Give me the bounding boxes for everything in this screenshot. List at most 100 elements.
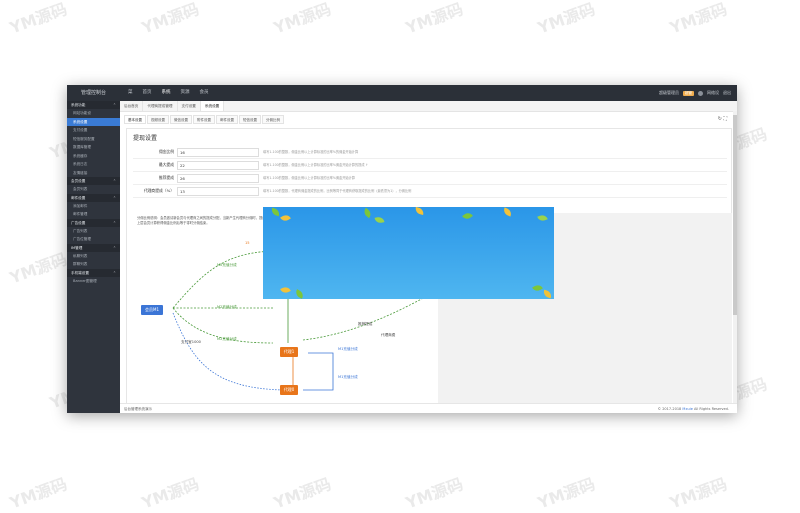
field-hint: 填写1-100的整数，代理商佣金提成的比例，比例等同于代理商获取提成的比例（最低… [263, 189, 412, 193]
sidebar-item[interactable]: 广告位管理 [67, 235, 120, 244]
diagram-label: M1充值分成 [338, 347, 358, 351]
chevron-up-icon: ⌃ [112, 195, 116, 200]
top-nav-item[interactable]: 系统 [157, 85, 176, 101]
sidebar-section-ads[interactable]: 广告设置 ⌃ [67, 218, 120, 227]
sidebar-section-label: 系统功能 [71, 103, 86, 107]
footer: 后台管理系统演示 © 2017-2018 Mxuie All Rights Re… [120, 403, 737, 413]
chevron-up-icon: ⌃ [112, 245, 116, 250]
avatar[interactable] [698, 90, 703, 96]
top-nav-item[interactable]: 首页 [138, 85, 157, 101]
sidebar-item-active[interactable]: 系统设置 [67, 117, 120, 126]
watermark-text: YM源码 [7, 474, 70, 513]
sidebar-item[interactable]: 短信服务配置 [67, 135, 120, 144]
page-tab-active[interactable]: 系统设置 [200, 101, 225, 111]
sidebar-item[interactable]: 会员列表 [67, 185, 120, 194]
leaf-decoration [280, 213, 291, 223]
network-settings-link[interactable]: 网络设 [707, 90, 719, 96]
sidebar-section-system[interactable]: 系统功能 ⌃ [67, 101, 120, 109]
top-nav-item[interactable]: 会员 [195, 85, 214, 101]
flow-line [172, 250, 274, 309]
sidebar-item[interactable]: 群聊列表 [67, 260, 120, 269]
sidebar-item[interactable]: 系统缓存 [67, 152, 120, 161]
watermark-text: YM源码 [403, 474, 466, 513]
popup-advertisement-image[interactable] [263, 207, 554, 299]
flow-line [303, 352, 334, 391]
logout-link[interactable]: 退出 [723, 90, 731, 96]
flow-line [302, 292, 434, 341]
sidebar-item[interactable]: 私聊列表 [67, 252, 120, 261]
sidebar-item[interactable]: 友情链接 [67, 169, 120, 178]
scrollbar[interactable] [733, 111, 737, 403]
watermark-text: YM源码 [535, 0, 598, 38]
sidebar-section-im[interactable]: IM管理 ⌃ [67, 243, 120, 252]
top-nav: 菜 首页 系统 资源 会员 [123, 85, 214, 101]
sidebar-item[interactable]: Banner图管理 [67, 277, 120, 286]
leaf-decoration [374, 216, 385, 224]
refresh-icon[interactable]: ↻ [718, 116, 722, 122]
diagram-label: 推荐提成 [358, 322, 373, 326]
referral-commission-input[interactable]: 26 [177, 174, 259, 183]
subtab[interactable]: 视频设置 [147, 115, 169, 124]
agent-node: 代理1 [280, 347, 298, 357]
top-right-menu: 超级管理员 超管 网络设 退出 [659, 85, 731, 101]
form-row: 佣金比例 16 填写1-100的整数，佣金比例以上计算标准的比率%的佣金开始计算 [133, 146, 727, 159]
subtab[interactable]: 基本设置 [124, 115, 146, 124]
page-tab[interactable]: 后台首页 [120, 101, 144, 111]
sidebar-section-label: 邮件设置 [71, 195, 86, 200]
leaf-decoration [270, 207, 281, 217]
agent-commission-input[interactable]: 13 [177, 187, 259, 196]
copyright-suffix: All Rights Reserved. [693, 407, 729, 411]
commission-input[interactable]: 16 [177, 148, 259, 157]
fullscreen-icon[interactable]: ⛶ [723, 116, 727, 122]
user-name[interactable]: 超级管理员 [659, 90, 679, 96]
subtab[interactable]: 微信设置 [170, 115, 192, 124]
footer-right: © 2017-2018 Mxuie All Rights Reserved. [658, 404, 729, 413]
watermark-text: YM源码 [139, 0, 202, 38]
leaf-decoration [542, 289, 553, 299]
flow-line [172, 312, 284, 391]
field-label: 最大提成 [158, 162, 174, 167]
subtab[interactable]: 附件设置 [193, 115, 215, 124]
toolbar-icons: ↻ ⛶ [718, 116, 727, 122]
subtab[interactable]: 短信设置 [239, 115, 261, 124]
chevron-up-icon: ⌃ [112, 103, 116, 107]
leaf-decoration [532, 283, 543, 293]
sidebar-item[interactable]: 添加邮件 [67, 202, 120, 211]
sidebar-item[interactable]: 数据库管理 [67, 143, 120, 152]
page-tab[interactable]: 代理商提成管理 [143, 101, 178, 111]
sidebar-item[interactable]: 系统日志 [67, 160, 120, 169]
chevron-up-icon: ⌃ [112, 270, 116, 275]
top-bar: 管理控制台 菜 首页 系统 资源 会员 超级管理员 超管 网络设 退出 [67, 85, 737, 101]
leaf-decoration [462, 210, 473, 222]
max-commission-input[interactable]: 22 [177, 161, 259, 170]
watermark-text: YM源码 [667, 474, 730, 513]
leaf-decoration [280, 285, 291, 295]
form-row: 推荐提成 26 填写1-100的整数，佣金比例以上计算标准的比率%佣金开始计算 [133, 172, 727, 185]
sidebar-section-mobile[interactable]: 手机端设置 ⌃ [67, 268, 120, 277]
sidebar-section-member[interactable]: 会员设置 ⌃ [67, 177, 120, 185]
sidebar-section-mail[interactable]: 邮件设置 ⌃ [67, 193, 120, 202]
sidebar-item[interactable]: 支付设置 [67, 126, 120, 135]
diagram-label: 15 [245, 241, 250, 245]
top-nav-item[interactable]: 资源 [176, 85, 195, 101]
field-hint: 填写1-100的整数，佣金比例以上计算标准的比率%佣金开始计算 [263, 176, 355, 180]
subtab[interactable]: 分佣比例 [262, 115, 284, 124]
page-tabs: 后台首页 代理商提成管理 支付设置 系统设置 [120, 101, 737, 112]
sidebar-section-label: 会员设置 [71, 179, 86, 183]
footer-link[interactable]: Mxuie [682, 407, 692, 411]
sidebar-item[interactable]: 网站功能设 [67, 109, 120, 118]
member-node: 会员M1 [141, 305, 163, 315]
page-tab[interactable]: 支付设置 [178, 101, 201, 111]
watermark-text: YM源码 [271, 0, 334, 38]
diagram-label: M2充值分成 [217, 337, 237, 341]
role-badge: 超管 [683, 90, 694, 96]
sidebar-item[interactable]: 邮件管理 [67, 210, 120, 219]
section-title: 提现设置 [133, 135, 158, 142]
scrollbar-thumb[interactable] [733, 115, 737, 315]
top-nav-item[interactable]: 菜 [123, 85, 138, 101]
settings-subtabs: 基本设置 视频设置 微信设置 附件设置 邮件设置 短信设置 分佣比例 [124, 115, 285, 124]
sidebar-item[interactable]: 广告列表 [67, 227, 120, 236]
watermark-text: YM源码 [667, 0, 730, 38]
watermark-text: YM源码 [139, 474, 202, 513]
subtab[interactable]: 邮件设置 [216, 115, 238, 124]
